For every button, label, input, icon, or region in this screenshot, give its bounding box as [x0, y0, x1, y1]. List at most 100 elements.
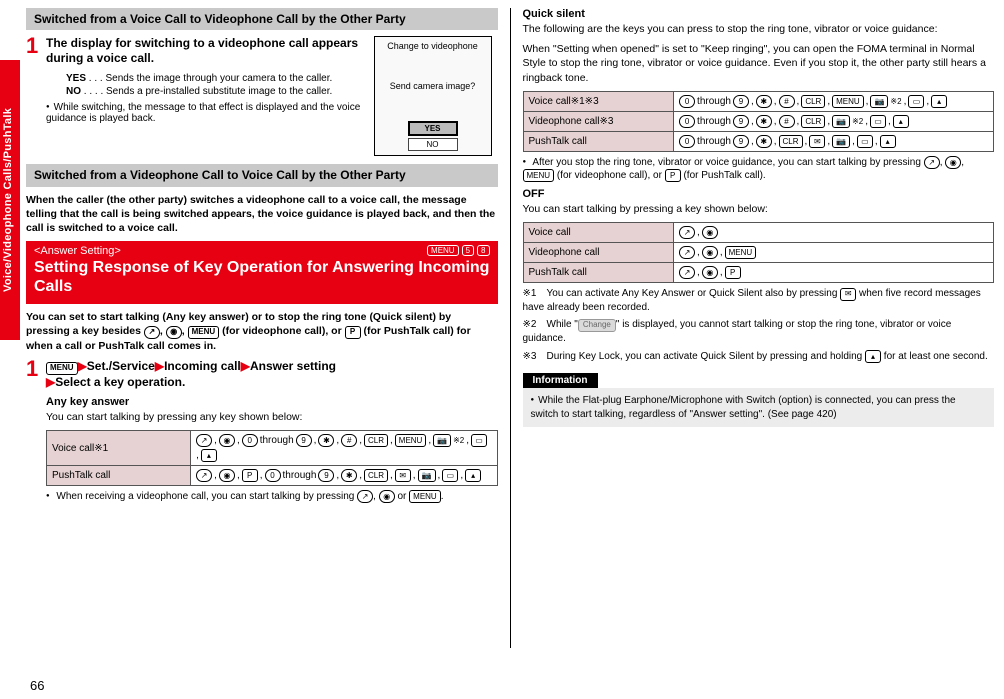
through-text: through	[697, 116, 731, 127]
menu-key-icon: MENU	[832, 95, 864, 108]
zero-key-icon: 0	[242, 434, 258, 447]
side-key-icon: ▭	[908, 95, 924, 108]
cell-voice-call: Voice call※1※3	[523, 91, 674, 111]
center-key-icon: ◉	[219, 469, 235, 482]
cell-keys: 0 through 9, ✱, CLR, ✉, 📷, ▭, ▴	[674, 131, 994, 151]
through-text: through	[697, 136, 731, 147]
left-column: Switched from a Voice Call to Videophone…	[26, 8, 498, 648]
information-heading: Information	[523, 373, 598, 388]
no-desc: Sends a pre-installed substitute image t…	[106, 86, 332, 97]
note-label: ※3	[523, 350, 547, 364]
cell-videophone: Videophone call※3	[523, 111, 674, 131]
cell-voice-call: Voice call※1	[47, 431, 191, 466]
information-bullet: While the Flat-plug Earphone/Microphone …	[531, 394, 987, 421]
column-divider	[510, 8, 511, 648]
star-key-icon: ✱	[756, 135, 772, 148]
nine-key-icon: 9	[733, 135, 749, 148]
clr-key-icon: CLR	[364, 434, 388, 447]
pushtalk-key-icon: P	[665, 169, 681, 182]
menu-key-icon: MENU	[46, 362, 78, 375]
mail-key-icon: ✉	[395, 469, 411, 482]
nav-incoming-call: Incoming call	[164, 359, 241, 373]
table-row: Voice call ↗, ◉	[523, 222, 994, 242]
page-body: Switched from a Voice Call to Videophone…	[0, 0, 1004, 656]
mail-key-icon: ✉	[840, 288, 856, 301]
footnote-1: ※1You can activate Any Key Answer or Qui…	[523, 287, 995, 314]
through-text: through	[260, 435, 294, 446]
screenshot-text-2: Send camera image?	[379, 81, 487, 91]
center-key-icon: ◉	[702, 226, 718, 239]
note-marker: ※2	[852, 117, 863, 126]
digit-8-icon: 8	[477, 245, 489, 256]
yes-dots: . . .	[89, 73, 103, 84]
para3-b: (for videophone call), or	[222, 325, 345, 337]
clr-key-icon: CLR	[801, 95, 825, 108]
quick-silent-table: Voice call※1※3 0 through 9, ✱, #, CLR, M…	[523, 91, 995, 152]
call-key-icon: ↗	[196, 469, 212, 482]
center-key-icon: ◉	[219, 434, 235, 447]
table-row: Videophone call※3 0 through 9, ✱, #, CLR…	[523, 111, 994, 131]
note-marker: ※2	[890, 97, 901, 106]
note-a: When receiving a videophone call, you ca…	[56, 491, 357, 502]
nine-key-icon: 9	[296, 434, 312, 447]
yes-desc: Sends the image through your camera to t…	[105, 73, 332, 84]
pushtalk-key-icon: P	[345, 326, 361, 339]
off-description: You can start talking by pressing a key …	[523, 202, 995, 216]
table-row: PushTalk call ↗, ◉, P	[523, 262, 994, 282]
cell-pushtalk: PushTalk call	[523, 262, 674, 282]
heading-voice-to-videophone: Switched from a Voice Call to Videophone…	[26, 8, 498, 30]
cell-videophone: Videophone call	[523, 242, 674, 262]
pushtalk-key-icon: P	[242, 469, 258, 482]
center-key-icon: ◉	[166, 326, 182, 339]
cell-keys: 0 through 9, ✱, #, CLR, MENU, 📷※2, ▭, ▴	[674, 91, 994, 111]
hash-key-icon: #	[779, 95, 795, 108]
menu-key-icon: MENU	[188, 326, 220, 339]
nine-key-icon: 9	[733, 115, 749, 128]
camera-key-icon: 📷	[832, 115, 850, 128]
nine-key-icon: 9	[733, 95, 749, 108]
screenshot-text-1: Change to videophone	[379, 41, 487, 51]
page-number: 66	[30, 678, 44, 693]
table-row: PushTalk call 0 through 9, ✱, CLR, ✉, 📷,…	[523, 131, 994, 151]
menu-key-icon: MENU	[523, 169, 555, 182]
menu-key-icon: MENU	[427, 245, 459, 256]
any-key-table: Voice call※1 ↗, ◉, 0 through 9, ✱, #, CL…	[46, 430, 498, 486]
cell-voice-call: Voice call	[523, 222, 674, 242]
information-body: While the Flat-plug Earphone/Microphone …	[523, 388, 995, 427]
zero-key-icon: 0	[679, 95, 695, 108]
cell-keys: 0 through 9, ✱, #, CLR, 📷※2, ▭, ▴	[674, 111, 994, 131]
note-marker: ※2	[453, 436, 464, 445]
star-key-icon: ✱	[341, 469, 357, 482]
center-key-icon: ◉	[702, 266, 718, 279]
up-key-icon: ▴	[893, 115, 909, 128]
star-key-icon: ✱	[318, 434, 334, 447]
call-key-icon: ↗	[357, 490, 373, 503]
videophone-keys-note: When receiving a videophone call, you ca…	[46, 490, 498, 503]
after-a: After you stop the ring tone, vibrator o…	[532, 157, 923, 168]
call-key-icon: ↗	[924, 156, 940, 169]
digit-5-icon: 5	[462, 245, 474, 256]
after-b: (for videophone call), or	[554, 170, 665, 181]
step-1: 1 Change to videophone Send camera image…	[26, 36, 498, 160]
nine-key-icon: 9	[318, 469, 334, 482]
star-key-icon: ✱	[756, 115, 772, 128]
off-heading: OFF	[523, 188, 995, 200]
no-label: NO	[66, 86, 81, 97]
up-key-icon: ▴	[201, 449, 217, 462]
quick-silent-p2: When "Setting when opened" is set to "Ke…	[523, 42, 995, 85]
right-column: Quick silent The following are the keys …	[523, 8, 995, 648]
step-menu: 1 MENU▶Set./Service▶Incoming call▶Answer…	[26, 359, 498, 390]
answer-setting-title: Setting Response of Key Operation for An…	[34, 259, 490, 296]
answer-setting-label: <Answer Setting>	[34, 245, 490, 257]
cell-keys: ↗, ◉	[674, 222, 994, 242]
hash-key-icon: #	[779, 115, 795, 128]
note-b: or	[395, 491, 409, 502]
step-menu-text: MENU▶Set./Service▶Incoming call▶Answer s…	[46, 359, 498, 390]
step-number: 1	[26, 36, 40, 160]
quick-silent-heading: Quick silent	[523, 8, 995, 20]
cell-keys: ↗, ◉, MENU	[674, 242, 994, 262]
footnote-2: ※2While "Change" is displayed, you canno…	[523, 318, 995, 345]
menu-indicator: MENU 5 8	[427, 245, 489, 256]
phone-screenshot: Change to videophone Send camera image? …	[374, 36, 492, 156]
cell-pushtalk: PushTalk call	[523, 131, 674, 151]
